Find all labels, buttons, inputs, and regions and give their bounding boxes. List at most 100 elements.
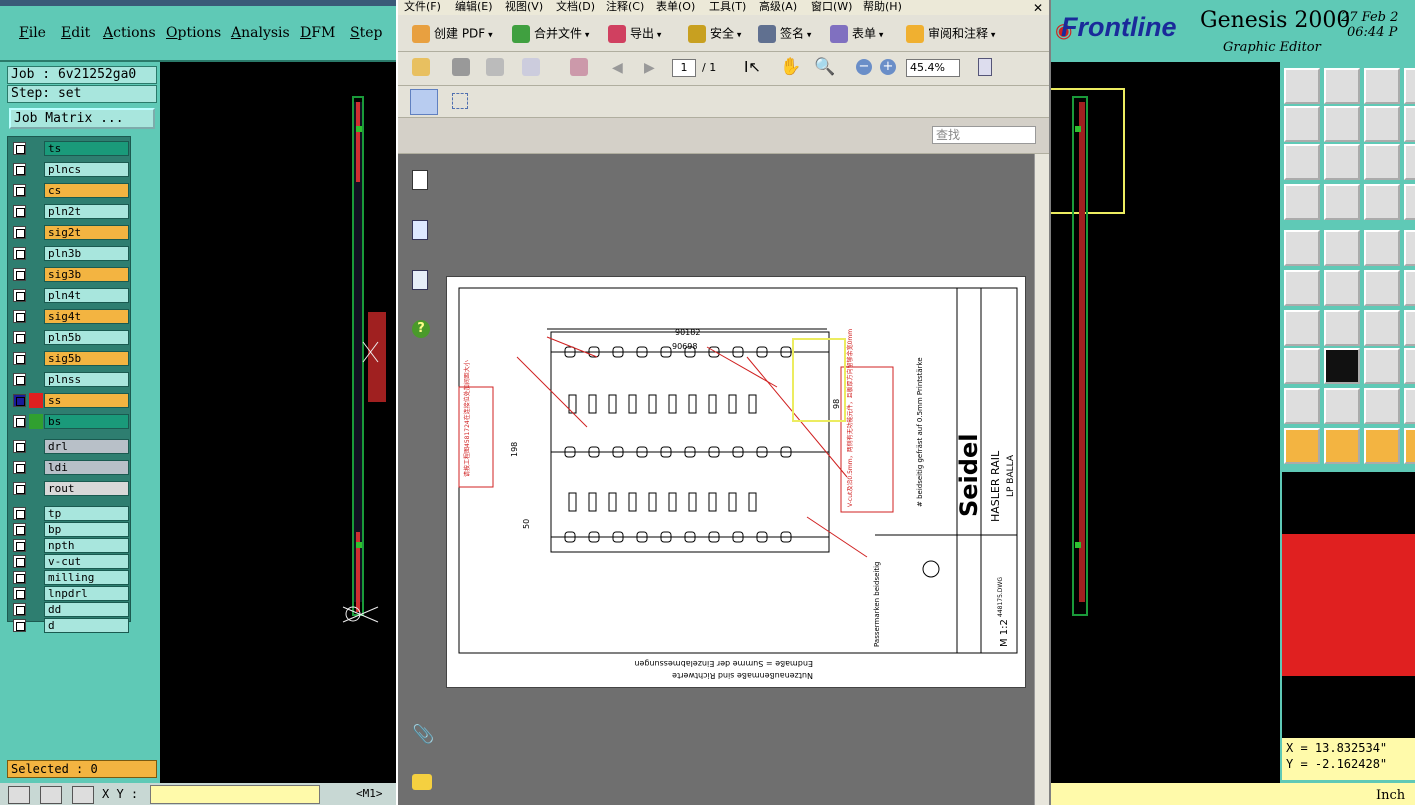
layer-row[interactable]: drl	[11, 439, 129, 454]
tool-button-icon[interactable]	[1324, 310, 1360, 346]
layer-checkbox[interactable]	[13, 461, 26, 474]
tool-button-icon[interactable]	[1364, 230, 1400, 266]
menu-edit[interactable]: Edit	[61, 25, 90, 41]
menu-file[interactable]: File	[19, 25, 46, 41]
close-icon[interactable]: ✕	[1033, 1, 1043, 15]
layer-checkbox[interactable]	[13, 184, 26, 197]
fit-page-icon[interactable]	[452, 93, 468, 109]
layer-checkbox[interactable]	[13, 331, 26, 344]
tool-button-icon[interactable]	[1284, 68, 1320, 104]
zoom-input[interactable]: 45.4%	[906, 59, 960, 77]
tool-icon[interactable]	[40, 786, 62, 804]
layer-row[interactable]: ldi	[11, 460, 129, 475]
layer-row[interactable]: ts	[11, 141, 129, 156]
tool-button-icon[interactable]	[1404, 428, 1415, 464]
layer-row[interactable]: tp	[11, 506, 129, 521]
prev-page-icon[interactable]: ◀	[612, 60, 623, 76]
acro-menu-item[interactable]: 注释(C)	[606, 0, 644, 14]
next-page-icon[interactable]: ▶	[644, 60, 655, 76]
tool-button-icon[interactable]	[1284, 310, 1320, 346]
menu-actions[interactable]: Actions	[103, 25, 156, 41]
tool-button-icon[interactable]	[1324, 348, 1360, 384]
layer-row[interactable]: bs	[11, 414, 129, 429]
layer-checkbox[interactable]	[13, 415, 26, 428]
layer-row[interactable]: pln2t	[11, 204, 129, 219]
acro-menu-item[interactable]: 表单(O)	[656, 0, 695, 14]
layer-checkbox[interactable]	[13, 523, 26, 536]
tool-button-icon[interactable]	[1404, 270, 1415, 306]
layer-checkbox[interactable]	[13, 482, 26, 495]
layer-checkbox[interactable]	[13, 289, 26, 302]
help-icon[interactable]: ?	[412, 320, 430, 338]
layer-row[interactable]: lnpdrl	[11, 586, 129, 601]
layer-row[interactable]: milling	[11, 570, 129, 585]
graphic-view-right[interactable]	[1031, 62, 1280, 783]
tool-button-icon[interactable]	[1324, 230, 1360, 266]
tool-button-icon[interactable]	[1364, 388, 1400, 424]
layer-checkbox[interactable]	[13, 226, 26, 239]
tool-button-icon[interactable]	[1284, 270, 1320, 306]
select-tool-icon[interactable]: I↖	[744, 58, 761, 76]
acro-menu-item[interactable]: 工具(T)	[709, 0, 746, 14]
tool-button-icon[interactable]	[1404, 348, 1415, 384]
layer-row[interactable]: cs	[11, 183, 129, 198]
zoom-in-icon[interactable]: +	[880, 59, 896, 75]
layer-row[interactable]: sig3b	[11, 267, 129, 282]
layer-checkbox[interactable]	[13, 352, 26, 365]
graphic-view-left[interactable]	[160, 62, 396, 783]
tool-button-icon[interactable]	[1404, 144, 1415, 180]
fit-width-icon[interactable]	[410, 89, 438, 115]
layer-row[interactable]: pln3b	[11, 246, 129, 261]
hand-tool-icon[interactable]: ✋	[780, 57, 801, 77]
layer-row[interactable]: plncs	[11, 162, 129, 177]
tool-button-icon[interactable]	[1324, 388, 1360, 424]
layer-row[interactable]: sig4t	[11, 309, 129, 324]
layer-row[interactable]: ss	[11, 393, 129, 408]
tool-button-icon[interactable]	[1284, 230, 1320, 266]
menu-analysis[interactable]: Analysis	[231, 25, 290, 41]
layer-checkbox[interactable]	[13, 268, 26, 281]
vertical-scrollbar[interactable]	[1034, 154, 1049, 805]
layer-row[interactable]: dd	[11, 602, 129, 617]
layer-row[interactable]: pln4t	[11, 288, 129, 303]
acro-task-button[interactable]: 创建 PDF ▾	[412, 25, 493, 44]
layer-row[interactable]: d	[11, 618, 129, 633]
layer-row[interactable]: pln5b	[11, 330, 129, 345]
tool-button-icon[interactable]	[1284, 184, 1320, 220]
acro-task-button[interactable]: 审阅和注释 ▾	[906, 25, 995, 44]
acro-menu-item[interactable]: 帮助(H)	[863, 0, 902, 14]
acro-menu-item[interactable]: 视图(V)	[505, 0, 543, 14]
menu-options[interactable]: Options	[166, 25, 221, 41]
tool-button-icon[interactable]	[1284, 348, 1320, 384]
acro-menu-item[interactable]: 高级(A)	[759, 0, 797, 14]
page-number-input[interactable]: 1	[672, 59, 696, 77]
email-icon[interactable]	[522, 58, 540, 76]
tool-icon[interactable]	[8, 786, 30, 804]
acro-task-button[interactable]: 合并文件 ▾	[512, 25, 589, 44]
layer-row[interactable]: sig2t	[11, 225, 129, 240]
tool-button-icon[interactable]	[1324, 68, 1360, 104]
zoom-tool-icon[interactable]: 🔍	[814, 57, 835, 77]
signatures-icon[interactable]	[412, 270, 428, 290]
acro-task-button[interactable]: 导出 ▾	[608, 25, 661, 44]
layer-checkbox[interactable]	[13, 205, 26, 218]
acro-task-button[interactable]: 表单 ▾	[830, 25, 883, 44]
tool-button-icon[interactable]	[1364, 184, 1400, 220]
layer-row[interactable]: bp	[11, 522, 129, 537]
acro-menu-item[interactable]: 文档(D)	[556, 0, 595, 14]
layer-row[interactable]: npth	[11, 538, 129, 553]
tool-button-icon[interactable]	[1324, 144, 1360, 180]
tool-button-icon[interactable]	[1284, 388, 1320, 424]
layer-checkbox[interactable]	[13, 310, 26, 323]
tool-button-icon[interactable]	[1284, 428, 1320, 464]
layer-checkbox[interactable]	[13, 440, 26, 453]
layer-checkbox[interactable]	[13, 142, 26, 155]
acro-menu-item[interactable]: 编辑(E)	[455, 0, 493, 14]
pages-icon[interactable]	[412, 170, 428, 190]
page-view-icon[interactable]	[978, 58, 992, 76]
layer-checkbox[interactable]	[13, 619, 26, 632]
layer-checkbox[interactable]	[13, 587, 26, 600]
tool-button-icon[interactable]	[1364, 310, 1400, 346]
attachment-icon[interactable]: 📎	[412, 724, 434, 745]
tool-button-icon[interactable]	[1364, 144, 1400, 180]
